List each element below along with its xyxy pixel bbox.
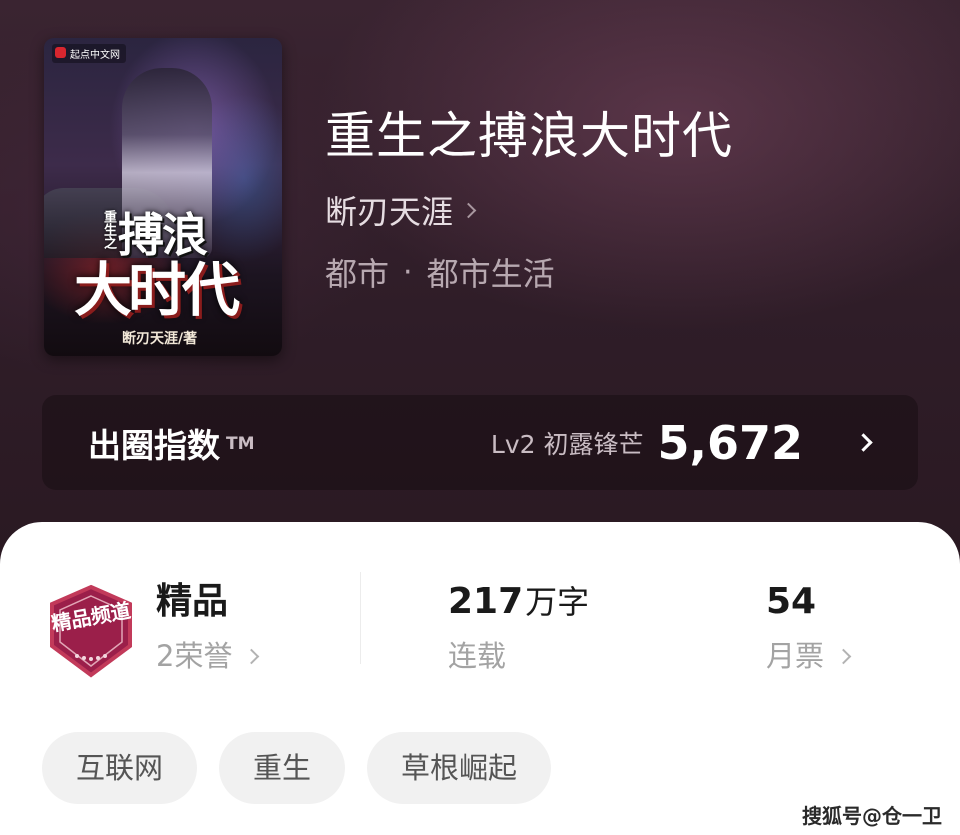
genre-subcategory[interactable]: 都市生活: [427, 249, 555, 295]
index-label-text: 出圈指数: [88, 425, 220, 465]
honors-row: 2荣誉: [156, 634, 260, 678]
genre-row: 都市 · 都市生活: [325, 250, 555, 294]
serial-status: 连载: [448, 634, 589, 678]
word-count-unit: 万字: [525, 583, 590, 621]
author-link[interactable]: 断刃天涯: [325, 188, 477, 232]
index-value: 5,672: [657, 415, 803, 470]
index-summary: Lv2 初露锋芒 5,672: [490, 415, 873, 470]
trademark-mark: TM: [226, 433, 255, 454]
monthly-ticket-count: 54: [766, 581, 817, 622]
book-header: 起点中文网 重生之 搏浪 大时代 断刃天涯/著 重生之搏浪大时代 断刃天涯 都市…: [0, 0, 960, 560]
index-label: 出圈指数 TM: [88, 419, 255, 467]
word-count-row: 217万字: [448, 578, 589, 626]
cover-badge-text: 起点中文网: [70, 50, 120, 61]
monthly-ticket-label: 月票: [766, 639, 825, 673]
tag-list: 互联网 重生 草根崛起: [42, 732, 573, 804]
publisher-logo-icon: [55, 47, 66, 58]
tag-chip[interactable]: 互联网: [42, 732, 198, 804]
monthly-ticket-row: 月票: [766, 634, 852, 678]
serial-status-text: 连载: [448, 639, 507, 673]
genre-category[interactable]: 都市: [325, 249, 389, 295]
tag-chip[interactable]: 草根崛起: [367, 732, 552, 804]
chevron-right-icon: [835, 648, 852, 664]
chevron-right-icon: [854, 433, 873, 452]
quality-label: 精品: [156, 581, 229, 622]
genre-separator: ·: [403, 254, 413, 290]
popularity-index-card[interactable]: 出圈指数 TM Lv2 初露锋芒 5,672: [42, 395, 918, 490]
tag-chip[interactable]: 重生: [219, 732, 346, 804]
cover-title-line2: 大时代: [74, 256, 240, 324]
watermark: 搜狐号@仓一卫: [802, 804, 942, 828]
honors-count: 2荣誉: [156, 639, 233, 673]
index-level: Lv2 初露锋芒: [490, 429, 644, 459]
word-count-value: 217: [448, 581, 524, 622]
monthly-ticket-stat[interactable]: 54 月票: [766, 578, 852, 678]
premium-channel-medal-icon[interactable]: 精品频道: [44, 584, 138, 678]
book-title: 重生之搏浪大时代: [325, 107, 733, 165]
author-name: 断刃天涯: [325, 193, 454, 231]
quality-stat[interactable]: 精品 2荣誉: [156, 578, 260, 678]
chevron-right-icon: [244, 648, 260, 664]
cover-title-line1: 搏浪: [118, 208, 208, 262]
stat-divider: [360, 572, 361, 664]
chevron-right-icon: [460, 202, 477, 218]
book-cover-image[interactable]: 起点中文网 重生之 搏浪 大时代 断刃天涯/著: [44, 38, 282, 356]
cover-author-text: 断刃天涯/著: [122, 331, 198, 347]
word-count-stat: 217万字 连载: [448, 578, 589, 678]
cover-publisher-badge: 起点中文网: [52, 44, 126, 63]
cover-title-small: 重生之: [101, 210, 116, 249]
